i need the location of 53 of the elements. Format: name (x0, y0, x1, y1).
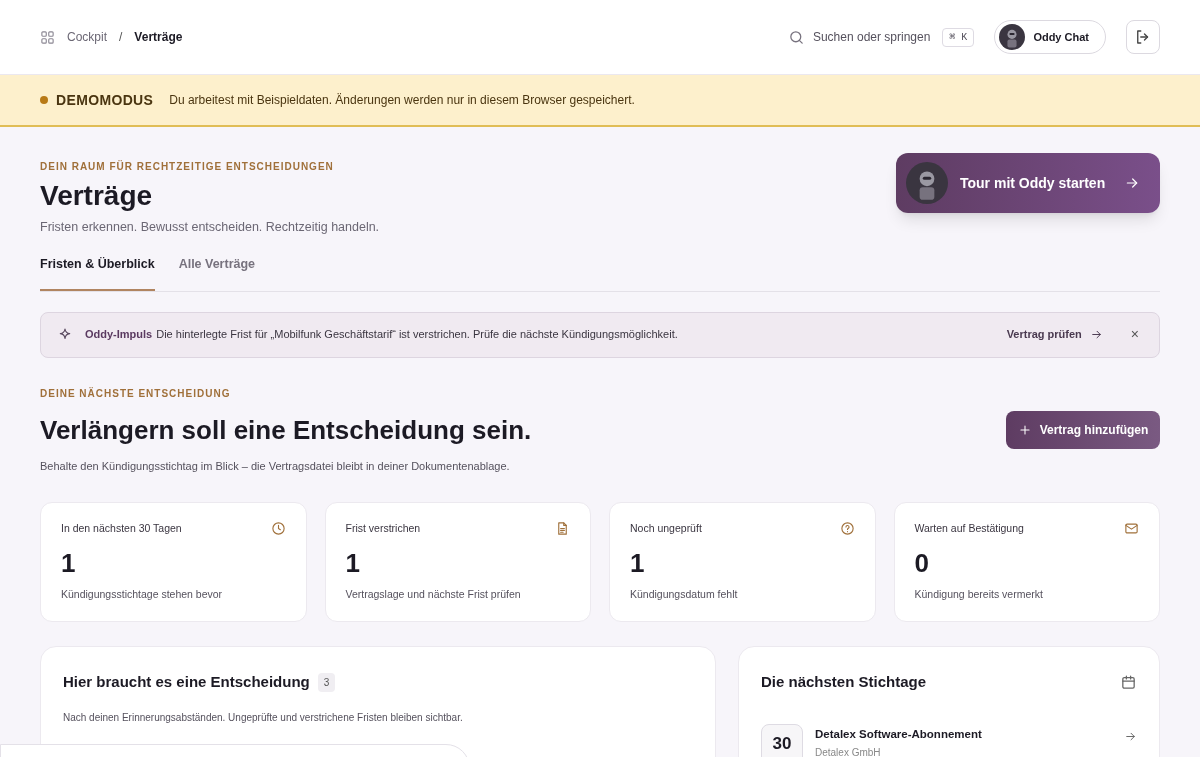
close-button[interactable]: × (1130, 324, 1139, 345)
shortcut-key: ⌘ K (942, 27, 975, 47)
stat-label: Warten auf Bestätigung (914, 521, 1024, 536)
logout-button[interactable] (1126, 20, 1160, 54)
breadcrumb-link[interactable]: Verträge (134, 28, 183, 46)
check-contract-link[interactable]: Vertrag prüfen (1006, 326, 1103, 343)
chat-button[interactable]: Oddy Chat (994, 20, 1106, 54)
tour-button[interactable]: Tour mit Oddy starten (896, 153, 1160, 213)
deadline-title[interactable]: Detalex Software-Abonnement (815, 725, 1112, 743)
stat-caption: Vertragslage und nächste Frist prüfen (345, 586, 522, 602)
deadline-company: Detalex GmbH (815, 745, 882, 757)
tab[interactable]: Alle Verträge (178, 254, 256, 291)
count-badge: 3 (317, 672, 336, 692)
stat-caption: Kündigungsdatum fehlt (630, 586, 739, 602)
document-icon (555, 521, 570, 537)
section-text: Behalte den Kündigungsstichtag im Blick – die Vertragsdatei bleibt in deiner Dokumentenablage. (40, 458, 511, 474)
arrow-icon (1124, 175, 1140, 191)
arrow-icon (1089, 328, 1103, 341)
page-title: Verträge (40, 179, 154, 213)
plus-icon (1017, 423, 1032, 437)
stat-label: In den nächsten 30 Tagen (61, 521, 182, 536)
calendar-icon (1120, 673, 1137, 691)
grid-icon (40, 29, 55, 45)
clock-icon (270, 521, 286, 537)
stat-label: Frist verstrichen (345, 521, 421, 536)
breadcrumb-link[interactable]: Cockpit (67, 28, 107, 46)
question-icon (839, 521, 855, 537)
stat-value: 1 (630, 546, 646, 579)
stat-value: 0 (914, 546, 930, 579)
stat-caption: Kündigung bereits vermerkt (914, 586, 1044, 602)
mail-icon (1124, 521, 1139, 537)
robot-avatar-icon (999, 24, 1026, 50)
date-badge: 30 (761, 723, 803, 757)
tab[interactable]: Fristen & Überblick (40, 254, 155, 291)
banner-title: DEMOMODUS (56, 90, 154, 110)
search-icon (787, 28, 805, 46)
page-subtitle: Fristen erkennen. Bewusst entscheiden. Rechtzeitig handeln. (40, 219, 380, 236)
stat-caption: Kündigungsstichtage stehen bevor (61, 586, 224, 602)
banner-text: Du arbeitest mit Beispieldaten. Änderungen werden nur in diesem Browser gespeichert. (169, 92, 635, 109)
panel-text: Nach deinen Erinnerungsabständen. Ungeprüfte und verstrichene Fristen bleiben sichtbar. (63, 710, 464, 725)
robot-avatar-icon (906, 162, 948, 204)
section-title: Verlängern soll eine Entscheidung sein. (40, 413, 532, 447)
breadcrumb-separator: / (119, 29, 123, 46)
search-field[interactable]: Suchen oder springen ⌘ K (787, 27, 975, 47)
stat-value: 1 (345, 546, 361, 579)
stat-value: 1 (61, 546, 77, 579)
eyebrow-text: DEIN RAUM FÜR RECHTZEITIGE ENTSCHEIDUNGEN (40, 159, 335, 174)
eyebrow-text: DEINE NÄCHSTE ENTSCHEIDUNG (40, 386, 232, 401)
panel-title: Die nächsten Stichtage (761, 672, 927, 692)
add-contract-button[interactable]: Vertrag hinzufügen (1006, 411, 1160, 449)
impulse-text: Oddy-Impuls Die hinterlegte Frist für „Mobilfunk Geschäftstarif“ ist verstrichen. Prüfe die nächste Kündigungsmöglichkeit. (85, 327, 679, 343)
panel-title: Hier braucht es eine Entscheidung (63, 672, 310, 692)
stat-label: Noch ungeprüft (630, 521, 702, 536)
